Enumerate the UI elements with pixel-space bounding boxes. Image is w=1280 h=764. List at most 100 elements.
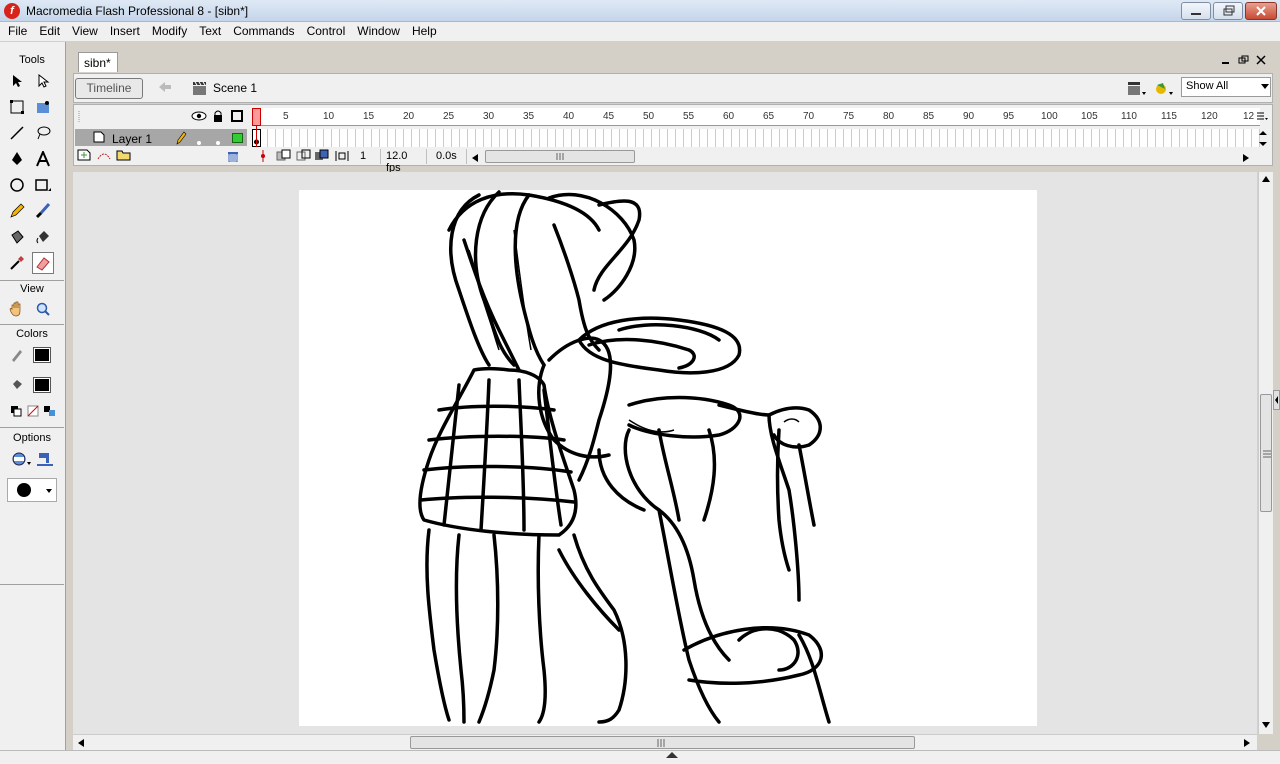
black-white-button[interactable] (10, 405, 22, 420)
text-tool[interactable] (32, 148, 54, 170)
onion-outlines-icon (296, 149, 311, 161)
frame-rate[interactable]: 12.0 fps (383, 149, 427, 174)
menu-commands[interactable]: Commands (229, 22, 298, 41)
fill-color-swatch[interactable] (33, 377, 51, 393)
stroke-color-swatch[interactable] (33, 347, 51, 363)
panel-collapse-handle[interactable] (1273, 390, 1280, 410)
ruler-tick: 45 (603, 111, 615, 122)
menu-view[interactable]: View (68, 22, 102, 41)
menu-text[interactable]: Text (195, 22, 225, 41)
menu-help[interactable]: Help (408, 22, 441, 41)
ink-bottle-tool[interactable] (6, 226, 28, 248)
minimize-button[interactable] (1181, 2, 1211, 20)
colors-heading: Colors (16, 328, 48, 340)
options-divider (0, 584, 64, 585)
edit-multiple-frames-button[interactable] (314, 149, 330, 166)
lasso-tool[interactable] (32, 122, 54, 144)
vertical-scroll-thumb[interactable] (1260, 394, 1272, 512)
rectangle-icon (35, 179, 51, 191)
eraser-tool[interactable] (32, 252, 54, 274)
paint-bucket-icon (36, 231, 49, 244)
menu-control[interactable]: Control (303, 22, 350, 41)
timeline-toggle-button[interactable]: Timeline (75, 78, 143, 99)
horizontal-scroll-thumb[interactable] (410, 736, 915, 749)
eraser-shape-select[interactable] (7, 478, 57, 502)
eraser-mode-button[interactable] (8, 448, 34, 470)
clapperboard-icon (193, 81, 206, 95)
edit-symbols-button[interactable] (1153, 80, 1175, 101)
zoom-select[interactable]: Show All (1181, 77, 1271, 97)
timeline-grip[interactable] (78, 110, 82, 127)
onion-markers-icon (335, 151, 349, 161)
ruler-tick: 100 (1041, 111, 1058, 122)
doc-restore-button[interactable] (1238, 54, 1250, 68)
ruler-tick: 55 (683, 111, 695, 122)
doc-minimize-button[interactable] (1221, 54, 1231, 68)
collapse-arrow-icon (1275, 396, 1278, 404)
lasso-icon (37, 126, 51, 140)
timeline-vscroll[interactable] (1259, 130, 1267, 151)
timeline-footer (75, 147, 1260, 165)
faucet-button[interactable] (34, 448, 56, 470)
subselection-tool[interactable] (32, 70, 54, 92)
stage-horizontal-scrollbar[interactable] (73, 734, 1257, 750)
restore-button[interactable] (1213, 2, 1243, 20)
outline-all-layers[interactable] (231, 110, 243, 122)
hand-tool[interactable] (6, 298, 28, 320)
timeline-scroll-left[interactable] (472, 151, 478, 165)
lock-all-layers[interactable] (212, 109, 224, 126)
ruler-tick: 90 (963, 111, 975, 122)
edit-symbols-icon (1156, 83, 1173, 95)
pen-tool[interactable] (6, 148, 28, 170)
show-hide-all-layers[interactable] (191, 110, 207, 125)
insert-layer-button[interactable] (77, 149, 93, 164)
close-window-button[interactable] (1245, 2, 1277, 20)
doc-close-button[interactable] (1256, 54, 1266, 68)
document-tab[interactable]: sibn* (78, 52, 118, 72)
add-motion-guide-button[interactable] (96, 149, 112, 164)
center-frame-button[interactable] (256, 149, 270, 166)
layer-name[interactable]: Layer 1 (112, 132, 152, 146)
onion-skin-outlines-button[interactable] (296, 149, 312, 166)
stage-canvas[interactable] (299, 190, 1037, 726)
frames-area[interactable] (252, 129, 1260, 147)
back-button[interactable] (152, 78, 178, 99)
rectangle-tool[interactable] (32, 174, 54, 196)
swap-colors-button[interactable] (43, 405, 57, 420)
hand-icon (9, 301, 21, 317)
pencil-tool[interactable] (6, 200, 28, 222)
menu-insert[interactable]: Insert (106, 22, 144, 41)
fill-transform-tool[interactable] (32, 96, 54, 118)
stroke-pencil-icon (12, 350, 22, 362)
no-color-button[interactable] (27, 405, 39, 420)
timeline-scroll-thumb[interactable] (485, 150, 635, 163)
scroll-up-icon (1262, 176, 1270, 182)
line-tool[interactable] (6, 122, 28, 144)
eraser-mode-icon (12, 452, 31, 466)
folder-icon (116, 150, 131, 161)
grip-icon (657, 739, 665, 747)
delete-layer-button[interactable] (226, 149, 240, 165)
menu-window[interactable]: Window (353, 22, 404, 41)
zoom-tool[interactable] (32, 298, 54, 320)
menu-modify[interactable]: Modify (148, 22, 191, 41)
stage-vertical-scrollbar[interactable] (1258, 172, 1273, 734)
frame-ruler[interactable]: 1 5 10 15 20 25 30 35 40 45 50 55 60 65 … (252, 108, 1260, 126)
brush-tool[interactable] (32, 200, 54, 222)
multiple-frames-icon (315, 149, 329, 160)
free-transform-tool[interactable] (6, 96, 28, 118)
playhead[interactable] (252, 108, 261, 126)
layer-outline-color[interactable] (232, 133, 243, 143)
menu-file[interactable]: File (4, 22, 31, 41)
oval-tool[interactable] (6, 174, 28, 196)
insert-layer-folder-button[interactable] (116, 149, 132, 164)
timeline-scroll-right[interactable] (1243, 151, 1249, 165)
edit-scene-button[interactable] (1126, 80, 1148, 101)
eyedropper-tool[interactable] (6, 252, 28, 274)
onion-skin-button[interactable] (276, 149, 292, 166)
modify-onion-markers-button[interactable] (334, 149, 350, 166)
menu-edit[interactable]: Edit (35, 22, 64, 41)
selection-tool[interactable] (6, 70, 28, 92)
paint-bucket-tool[interactable] (32, 226, 54, 248)
timeline-options-menu[interactable] (1256, 110, 1268, 125)
